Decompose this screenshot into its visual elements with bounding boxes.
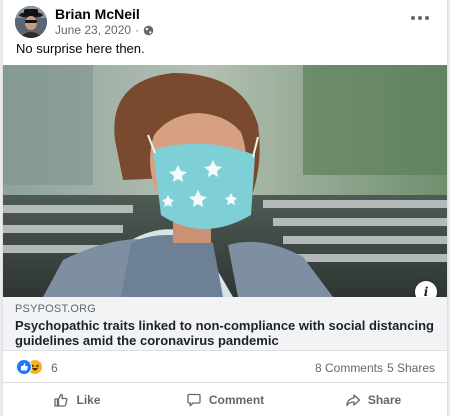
like-reaction-icon bbox=[16, 359, 32, 375]
avatar[interactable] bbox=[15, 6, 47, 38]
post-meta: June 23, 2020 · bbox=[55, 23, 154, 37]
meta-separator: · bbox=[135, 23, 140, 37]
like-button[interactable]: Like bbox=[3, 383, 151, 416]
link-preview-info[interactable]: PSYPOST.ORG Psychopathic traits linked t… bbox=[3, 297, 447, 351]
link-domain: PSYPOST.ORG bbox=[15, 303, 97, 315]
comments-count[interactable]: 8 Comments bbox=[315, 361, 383, 375]
comment-button[interactable]: Comment bbox=[151, 383, 299, 416]
post-actions: Like Comment Share bbox=[3, 383, 447, 416]
shares-count[interactable]: 5 Shares bbox=[387, 361, 435, 375]
reactions-bar: 6 8 Comments 5 Shares bbox=[3, 352, 447, 383]
post-card: Brian McNeil June 23, 2020 · No surprise… bbox=[2, 0, 448, 416]
woman-wearing-mask-photo bbox=[3, 65, 447, 297]
globe-icon[interactable] bbox=[143, 25, 154, 36]
dot-icon bbox=[411, 16, 415, 20]
post-date[interactable]: June 23, 2020 bbox=[55, 23, 131, 37]
speech-bubble-icon bbox=[187, 393, 201, 406]
share-button[interactable]: Share bbox=[299, 383, 447, 416]
dot-icon bbox=[418, 16, 422, 20]
link-preview-image[interactable]: i bbox=[3, 65, 447, 297]
post-text: No surprise here then. bbox=[16, 41, 145, 56]
share-arrow-icon bbox=[345, 393, 360, 406]
like-label: Like bbox=[76, 392, 101, 407]
more-options-button[interactable] bbox=[407, 8, 433, 28]
reaction-icons[interactable] bbox=[16, 359, 48, 375]
reaction-count[interactable]: 6 bbox=[51, 361, 58, 375]
share-label: Share bbox=[367, 392, 402, 407]
comment-label: Comment bbox=[208, 392, 265, 407]
author-name[interactable]: Brian McNeil bbox=[55, 6, 140, 22]
avatar-image bbox=[15, 6, 47, 38]
info-icon[interactable]: i bbox=[415, 281, 437, 297]
link-title[interactable]: Psychopathic traits linked to non-compli… bbox=[15, 318, 435, 348]
dot-icon bbox=[425, 16, 429, 20]
thumbs-up-icon bbox=[54, 393, 69, 407]
post-header: Brian McNeil June 23, 2020 · No surprise… bbox=[3, 0, 447, 60]
